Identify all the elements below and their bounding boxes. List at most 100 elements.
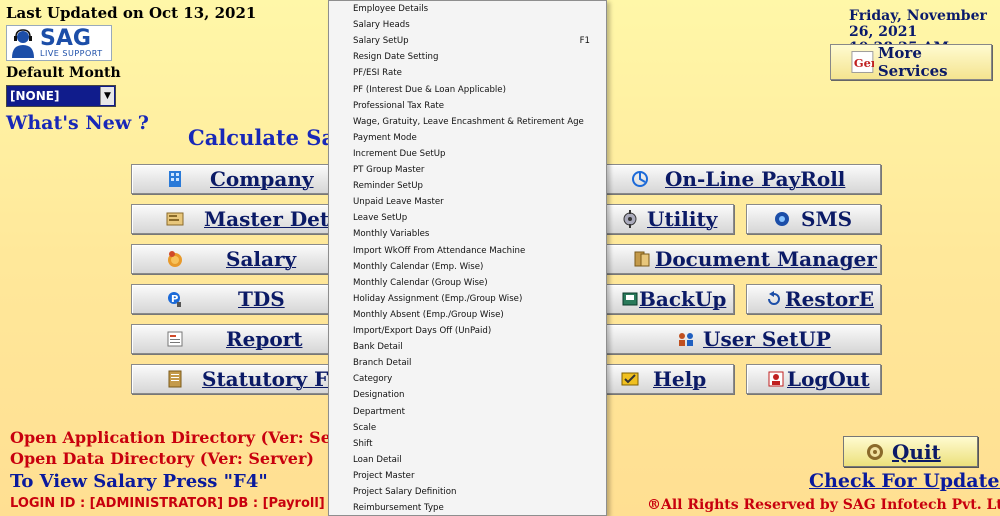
menu-item[interactable]: Increment Due SetUp <box>329 146 606 162</box>
menu-item[interactable]: Project Master <box>329 468 606 484</box>
salary-button[interactable]: Salary <box>131 244 331 274</box>
company-button[interactable]: Company <box>131 164 331 194</box>
menu-item[interactable]: Reminder SetUp <box>329 178 606 194</box>
user-setup-button[interactable]: User SetUP <box>604 324 881 354</box>
view-salary-hint: To View Salary Press "F4" <box>10 471 268 492</box>
menu-item[interactable]: PF/ESI Rate <box>329 65 606 81</box>
restore-icon <box>768 291 780 305</box>
whats-new-link[interactable]: What's New ? <box>6 112 149 134</box>
menu-item-label: Scale <box>353 422 377 433</box>
menu-item-label: Salary Heads <box>353 20 410 31</box>
menu-item-label: Monthly Variables <box>353 229 430 240</box>
menu-item-label: Department <box>353 406 406 417</box>
tds-label: TDS <box>238 287 285 311</box>
menu-item[interactable]: Monthly Variables <box>329 226 606 242</box>
menu-item-label: Leave SetUp <box>353 213 408 224</box>
menu-item-label: Holiday Assignment (Emp./Group Wise) <box>353 293 523 304</box>
sms-icon <box>775 212 789 226</box>
quit-label: Quit <box>892 439 941 464</box>
document-manager-label: Document Manager <box>655 247 877 271</box>
quit-button[interactable]: Quit <box>843 436 978 467</box>
open-data-directory-link[interactable]: Open Data Directory (Ver: Server) <box>10 449 314 468</box>
menu-item[interactable]: Wage, Gratuity, Leave Encashment & Retir… <box>329 114 606 130</box>
logo-text: SAG <box>40 26 91 51</box>
backup-button[interactable]: BackUp <box>604 284 734 314</box>
check-for-updates-link[interactable]: Check For Updates <box>809 470 1000 492</box>
menu-item[interactable]: Salary SetUp F1 <box>329 33 606 49</box>
menu-item-label: Designation <box>353 390 405 401</box>
online-payroll-button[interactable]: On-Line PayRoll <box>604 164 881 194</box>
sag-live-support-logo[interactable]: SAG LIVE SUPPORT <box>6 25 112 61</box>
menu-item-label: Professional Tax Rate <box>353 100 444 111</box>
menu-item-label: Payment Mode <box>353 132 417 143</box>
utility-button[interactable]: Utility <box>604 204 734 234</box>
menu-item[interactable]: Payment Mode <box>329 130 606 146</box>
gen-logo-icon: Gen <box>851 51 874 73</box>
menu-item[interactable]: Project Salary Definition <box>329 484 606 500</box>
default-month-value: [NONE] <box>10 89 60 103</box>
menu-item[interactable]: Monthly Absent (Emp./Group Wise) <box>329 307 606 323</box>
restore-label: RestorE <box>785 287 874 311</box>
menu-item-label: Resign Date Setting <box>353 52 439 63</box>
restore-button[interactable]: RestorE <box>746 284 881 314</box>
menu-item[interactable]: Designation <box>329 387 606 403</box>
master-details-icon <box>166 212 184 226</box>
backup-label: BackUp <box>639 287 727 311</box>
sms-label: SMS <box>801 207 853 231</box>
menu-item[interactable]: Department <box>329 404 606 420</box>
menu-item-label: PF (Interest Due & Loan Applicable) <box>353 84 506 95</box>
menu-item[interactable]: Unpaid Leave Master <box>329 194 606 210</box>
menu-item-shortcut: F1 <box>579 36 590 47</box>
menu-item-label: Reminder SetUp <box>353 181 423 192</box>
menu-item[interactable]: Leave SetUp <box>329 210 606 226</box>
menu-item[interactable]: Branch Detail <box>329 355 606 371</box>
menu-item[interactable]: Holiday Assignment (Emp./Group Wise) <box>329 291 606 307</box>
document-manager-icon <box>634 251 650 267</box>
menu-item-label: Employee Details <box>353 4 429 14</box>
online-payroll-icon <box>632 171 648 187</box>
menu-item[interactable]: Loan Detail <box>329 452 606 468</box>
menu-item[interactable]: Bank Detail <box>329 339 606 355</box>
chevron-down-icon[interactable]: ▼ <box>100 87 114 105</box>
menu-item-label: Reimbursement Type <box>353 503 444 514</box>
menu-item[interactable]: PT Group Master <box>329 162 606 178</box>
menu-item[interactable]: Salary Heads <box>329 17 606 33</box>
menu-item-label: Loan Detail <box>353 454 402 465</box>
menu-item[interactable]: Reimbursement Type <box>329 500 606 516</box>
menu-item[interactable]: Import WkOff From Attendance Machine <box>329 243 606 259</box>
menu-item[interactable]: Shift <box>329 436 606 452</box>
tds-icon: P <box>168 292 181 307</box>
menu-item[interactable]: Employee Details <box>329 1 606 17</box>
default-month-select[interactable]: [NONE] ▼ <box>6 85 116 107</box>
more-services-button[interactable]: Gen More Services <box>830 44 992 80</box>
report-icon <box>167 331 183 347</box>
menu-item-label: Increment Due SetUp <box>353 148 446 159</box>
utility-icon <box>623 210 637 228</box>
menu-item[interactable]: Resign Date Setting <box>329 49 606 65</box>
svg-text:Gen: Gen <box>854 56 874 70</box>
menu-item[interactable]: Scale <box>329 420 606 436</box>
tds-button[interactable]: P TDS <box>131 284 331 314</box>
report-button[interactable]: Report <box>131 324 331 354</box>
menu-item[interactable]: Professional Tax Rate <box>329 98 606 114</box>
sms-button[interactable]: SMS <box>746 204 881 234</box>
menu-item[interactable]: Monthly Calendar (Group Wise) <box>329 275 606 291</box>
menu-item-label: Salary SetUp <box>353 36 409 47</box>
logo-subtext: LIVE SUPPORT <box>40 49 103 58</box>
power-icon <box>867 443 883 460</box>
menu-item[interactable]: Import/Export Days Off (UnPaid) <box>329 323 606 339</box>
menu-item-label: Monthly Calendar (Group Wise) <box>353 277 488 288</box>
document-manager-button[interactable]: Document Manager <box>604 244 881 274</box>
help-button[interactable]: Help <box>604 364 734 394</box>
menu-item[interactable]: Monthly Calendar (Emp. Wise) <box>329 259 606 275</box>
menu-item-label: PF/ESI Rate <box>353 68 402 79</box>
more-services-label: More Services <box>877 44 948 80</box>
open-application-directory-link[interactable]: Open Application Directory (Ver: Server) <box>10 428 375 447</box>
menu-item-label: Bank Detail <box>353 342 403 353</box>
logout-button[interactable]: LogOut <box>746 364 881 394</box>
menu-item[interactable]: Category <box>329 371 606 387</box>
menu-item-label: Wage, Gratuity, Leave Encashment & Retir… <box>353 116 584 127</box>
master-details-button[interactable]: Master Details <box>131 204 331 234</box>
statutory-forms-button[interactable]: Statutory Forms <box>131 364 331 394</box>
menu-item[interactable]: PF (Interest Due & Loan Applicable) <box>329 82 606 98</box>
